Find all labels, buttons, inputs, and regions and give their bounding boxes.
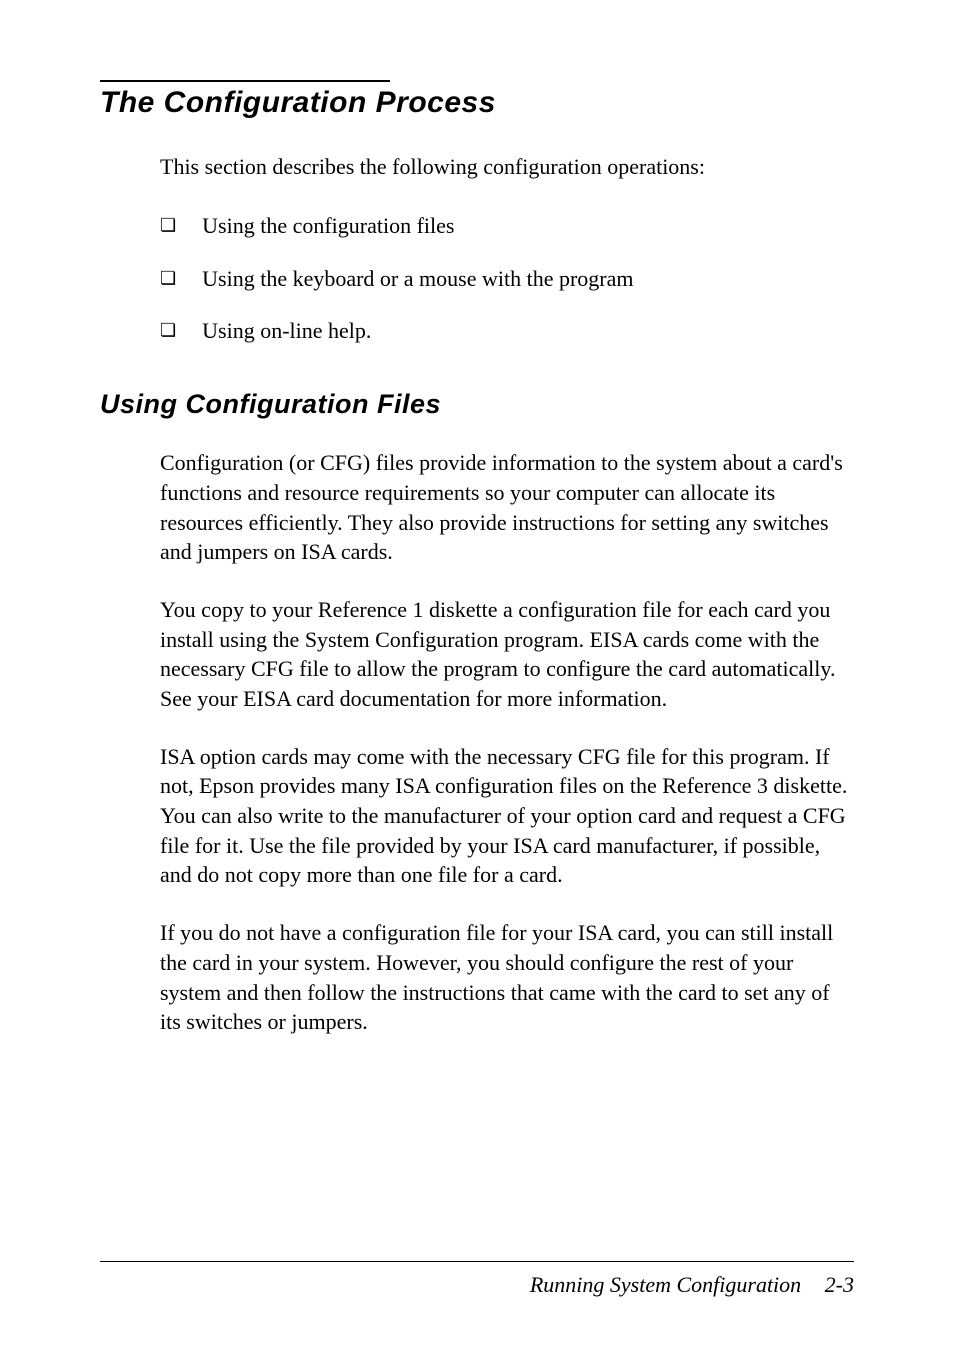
body-paragraph: ISA option cards may come with the neces…: [160, 742, 854, 890]
bullet-square-icon: ❏: [160, 264, 176, 293]
heading-rule: [100, 80, 390, 82]
body-paragraph: You copy to your Reference 1 diskette a …: [160, 595, 854, 714]
footer-rule: [100, 1261, 854, 1262]
bullet-text: Using on-line help.: [202, 316, 371, 347]
page-footer: Running System Configuration 2-3: [100, 1261, 854, 1298]
bullet-square-icon: ❏: [160, 211, 176, 240]
list-item: ❏ Using the keyboard or a mouse with the…: [160, 264, 854, 295]
main-heading: The Configuration Process: [100, 86, 854, 120]
footer-text: Running System Configuration 2-3: [100, 1272, 854, 1298]
sub-heading: Using Configuration Files: [100, 389, 854, 420]
body-paragraph: Configuration (or CFG) files provide inf…: [160, 448, 854, 567]
body-paragraph: If you do not have a configuration file …: [160, 918, 854, 1037]
footer-title: Running System Configuration: [530, 1272, 801, 1297]
page-number: 2-3: [825, 1272, 854, 1297]
list-item: ❏ Using the configuration files: [160, 211, 854, 242]
bullet-square-icon: ❏: [160, 316, 176, 345]
list-item: ❏ Using on-line help.: [160, 316, 854, 347]
bullet-text: Using the keyboard or a mouse with the p…: [202, 264, 633, 295]
intro-text: This section describes the following con…: [160, 152, 854, 183]
bullet-list: ❏ Using the configuration files ❏ Using …: [160, 211, 854, 347]
bullet-text: Using the configuration files: [202, 211, 454, 242]
